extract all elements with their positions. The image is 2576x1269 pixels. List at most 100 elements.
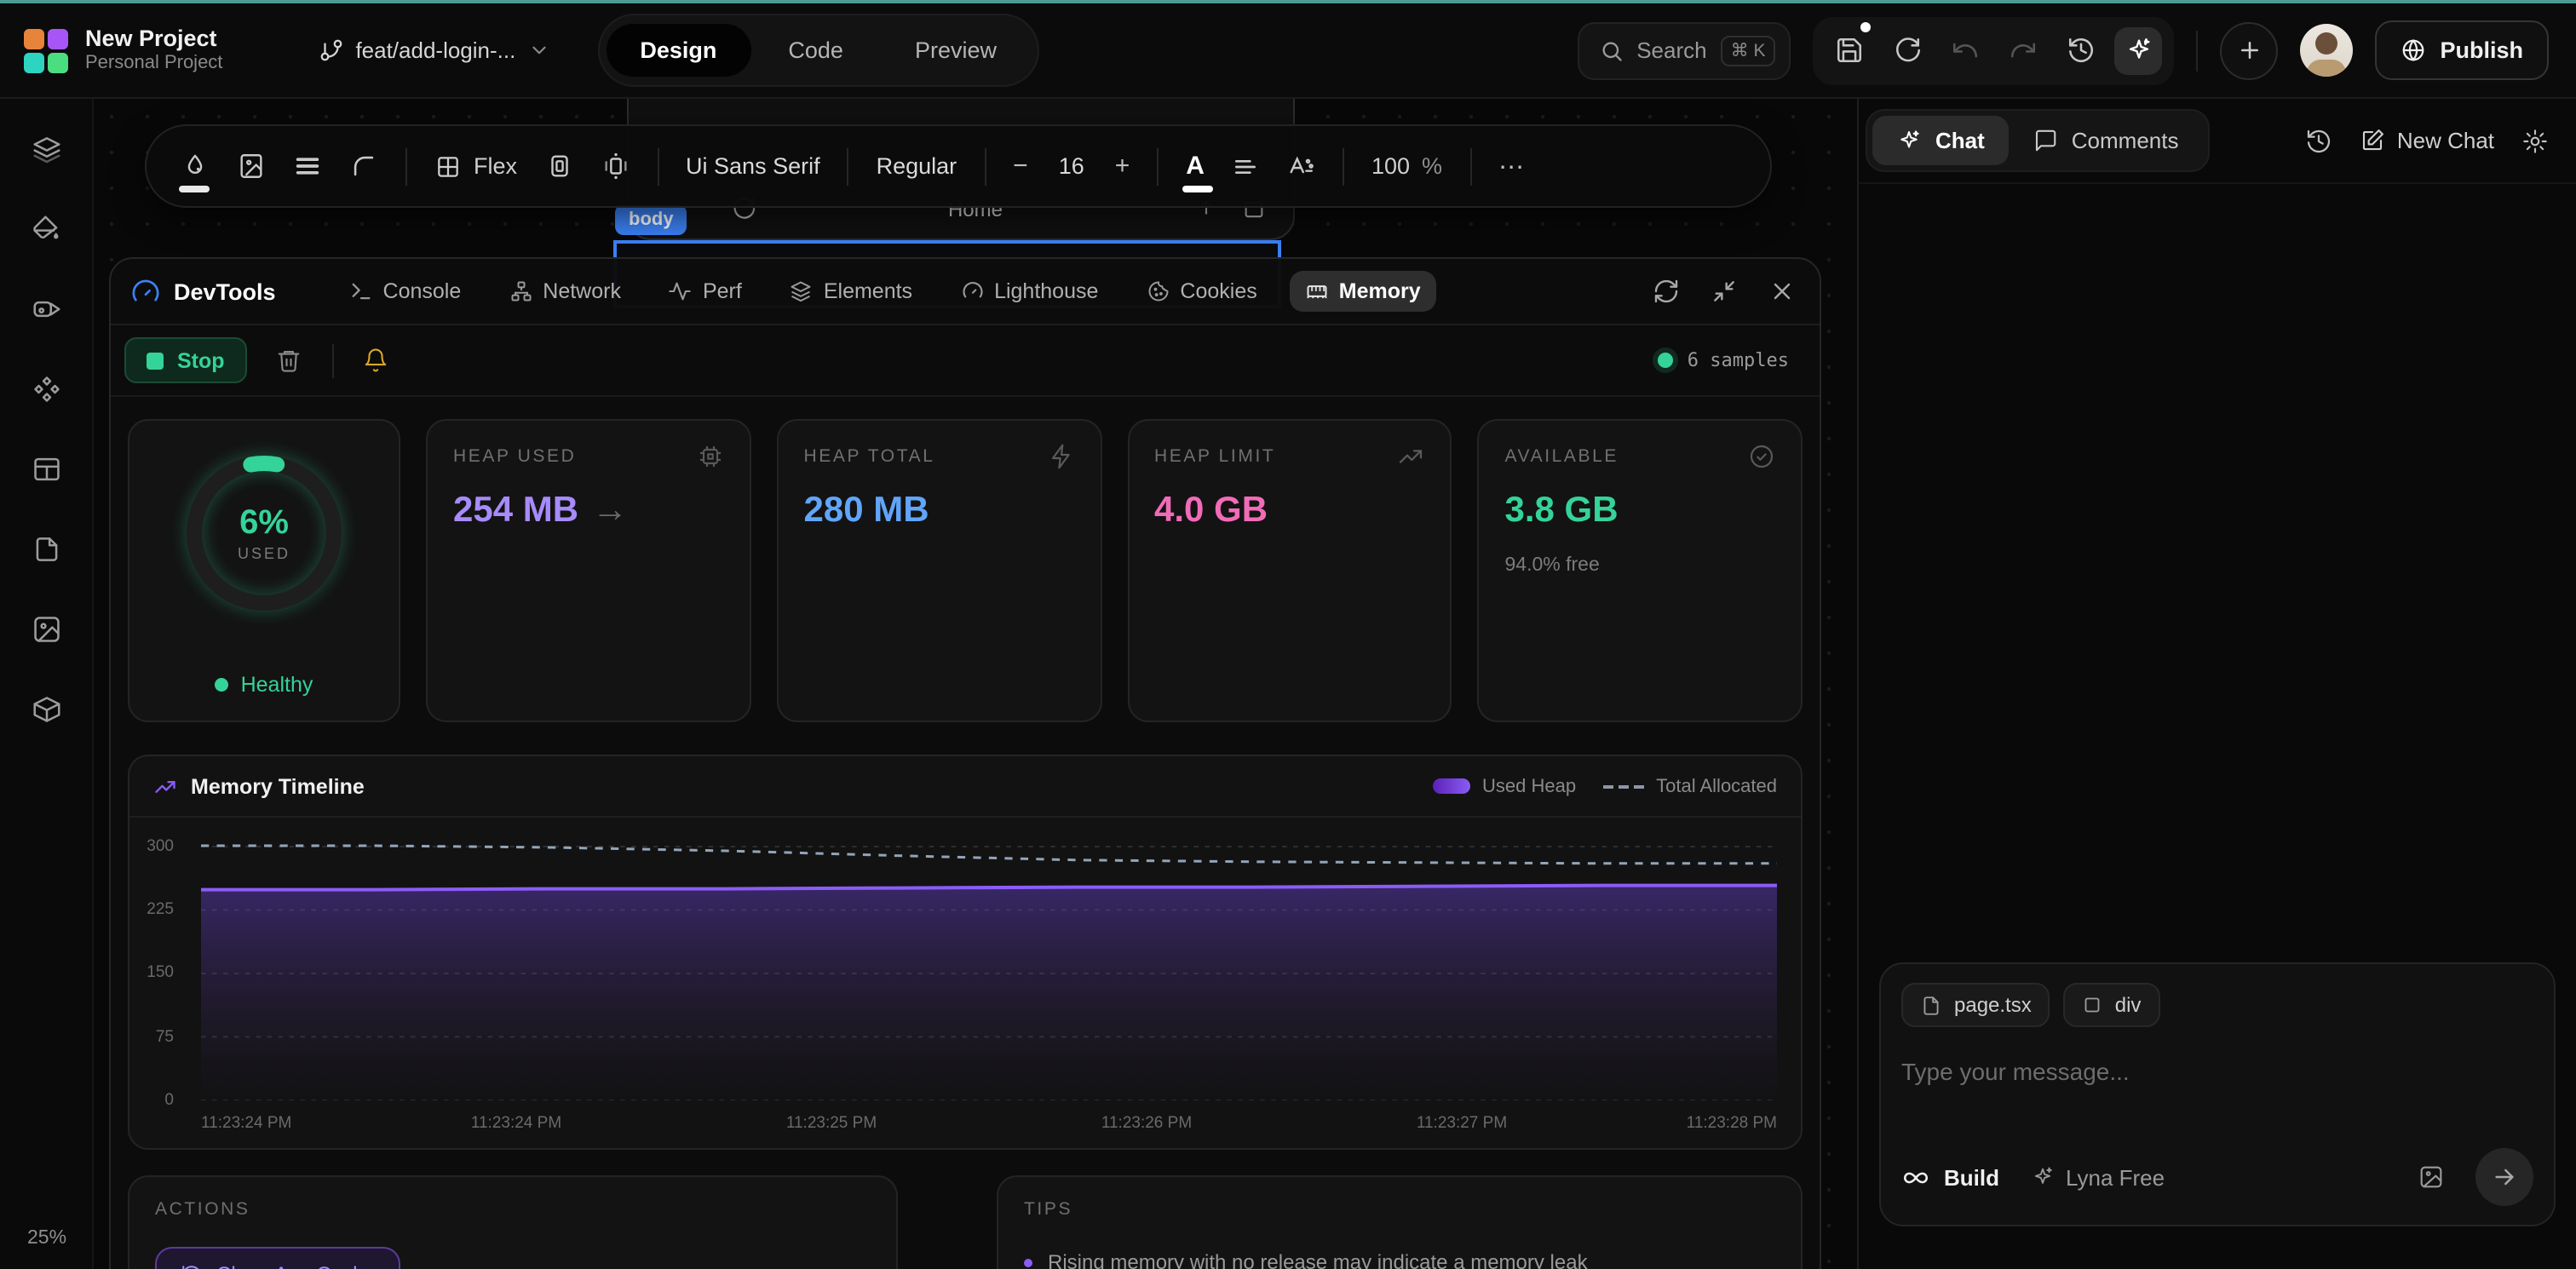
context-chip-file[interactable]: page.tsx xyxy=(1901,983,2050,1027)
chat-history-button[interactable] xyxy=(2305,127,2332,154)
redo-button[interactable] xyxy=(1998,26,2046,74)
app-logo[interactable] xyxy=(24,28,68,72)
toolbar-divider xyxy=(1469,147,1471,185)
arrow-right-icon xyxy=(2491,1163,2518,1191)
clear-samples-button[interactable] xyxy=(269,340,310,381)
components-panel-button[interactable] xyxy=(17,359,75,417)
selected-element-badge[interactable]: body xyxy=(615,204,687,235)
sample-count-label: 6 samples xyxy=(1688,349,1789,371)
mode-selector[interactable]: Build xyxy=(1901,1163,1999,1191)
devtools-collapse-button[interactable] xyxy=(1711,278,1738,305)
timeline-title: Memory Timeline xyxy=(191,774,365,798)
heap-total-card: HEAP TOTAL 280 MB xyxy=(777,419,1102,722)
health-label: Healthy xyxy=(241,673,313,697)
branch-selector[interactable]: feat/add-login-... xyxy=(318,37,549,63)
chat-settings-button[interactable] xyxy=(2521,127,2549,154)
devtools-tab-console[interactable]: Console xyxy=(334,271,477,312)
fill-panel-button[interactable] xyxy=(17,199,75,257)
project-info[interactable]: New Project Personal Project xyxy=(85,26,222,74)
stop-icon xyxy=(147,352,164,369)
reload-button[interactable] xyxy=(1883,26,1930,74)
user-avatar[interactable] xyxy=(2300,24,2353,77)
window-accent-strip xyxy=(0,0,2576,3)
more-options-button[interactable]: ⋯ xyxy=(1498,151,1526,181)
publish-button[interactable]: Publish xyxy=(2375,20,2549,80)
corner-radius-button[interactable] xyxy=(349,152,378,181)
text-color-button[interactable]: A xyxy=(1186,152,1205,181)
brand-panel-button[interactable] xyxy=(17,279,75,337)
chat-message-area[interactable] xyxy=(1859,184,2576,962)
clean-app-cache-button[interactable]: Clean App Cache xyxy=(155,1247,401,1269)
devtools-tab-lighthouse[interactable]: Lighthouse xyxy=(945,271,1113,312)
assets-panel-button[interactable] xyxy=(17,680,75,738)
chat-panel: Chat Comments New Chat xyxy=(1857,99,2576,1269)
border-style-button[interactable] xyxy=(293,152,322,181)
layers-panel-button[interactable] xyxy=(17,119,75,177)
add-button[interactable] xyxy=(2220,21,2278,79)
devtools-refresh-button[interactable] xyxy=(1653,278,1680,305)
usage-gauge-card: 6% USED Healthy xyxy=(128,419,400,722)
left-sidebar xyxy=(0,99,94,1269)
pages-panel-button[interactable] xyxy=(17,520,75,577)
canvas-zoom-level[interactable]: 25% xyxy=(27,1228,66,1249)
font-size-value[interactable]: 16 xyxy=(1059,153,1084,179)
tab-chat[interactable]: Chat xyxy=(1872,116,2009,165)
devtools-tabs: Console Network Perf Elements Lighthouse… xyxy=(334,271,1436,312)
devtools-header-actions xyxy=(1653,278,1796,305)
memory-alerts-button[interactable] xyxy=(356,340,397,381)
stat-value: 4.0 GB xyxy=(1154,491,1268,531)
stop-sampling-button[interactable]: Stop xyxy=(124,337,247,383)
tab-design[interactable]: Design xyxy=(606,24,750,77)
actions-title: ACTIONS xyxy=(155,1199,871,1220)
trend-arrow-icon: → xyxy=(592,491,628,531)
tab-code[interactable]: Code xyxy=(754,24,877,77)
attach-image-button[interactable] xyxy=(2418,1163,2445,1191)
padding-button[interactable] xyxy=(544,152,573,181)
file-icon xyxy=(1920,994,1942,1016)
devtools-tab-elements[interactable]: Elements xyxy=(774,271,928,312)
font-size-stepper: − 16 + xyxy=(1013,152,1130,181)
image-fill-button[interactable] xyxy=(237,152,266,181)
toolbar-divider xyxy=(405,147,407,185)
text-align-button[interactable] xyxy=(1232,152,1259,180)
font-weight-selector[interactable]: Regular xyxy=(877,153,957,179)
model-selector[interactable]: Lyna Free xyxy=(2030,1164,2165,1190)
opacity-control[interactable]: 100 % xyxy=(1371,153,1442,179)
devtools-close-button[interactable] xyxy=(1768,278,1796,305)
images-panel-button[interactable] xyxy=(17,600,75,657)
devtools-tab-perf[interactable]: Perf xyxy=(653,271,757,312)
available-card: AVAILABLE 3.8 GB 94.0% free xyxy=(1478,419,1803,722)
devtools-tab-memory[interactable]: Memory xyxy=(1290,271,1436,312)
sparkles-icon xyxy=(2124,36,2153,65)
fill-color-button[interactable] xyxy=(181,152,210,181)
search-button[interactable]: Search ⌘ K xyxy=(1577,21,1791,79)
tab-preview[interactable]: Preview xyxy=(881,24,1031,77)
undo-button[interactable] xyxy=(1941,26,1988,74)
chat-input[interactable]: Type your message... xyxy=(1901,1058,2533,1148)
timeline-chart-svg xyxy=(201,838,1777,1100)
layout-panel-button[interactable] xyxy=(17,439,75,497)
tips-card: TIPS Rising memory with no release may i… xyxy=(997,1175,1803,1269)
version-history-button[interactable] xyxy=(2056,26,2104,74)
devtools-tab-cookies[interactable]: Cookies xyxy=(1130,271,1272,312)
save-button[interactable] xyxy=(1825,26,1872,74)
ai-assistant-button[interactable] xyxy=(2114,26,2162,74)
letter-spacing-button[interactable] xyxy=(1286,152,1315,181)
context-chip-element[interactable]: div xyxy=(2064,983,2160,1027)
devtools-tab-network[interactable]: Network xyxy=(493,271,636,312)
send-message-button[interactable] xyxy=(2475,1148,2533,1206)
font-family-selector[interactable]: Ui Sans Serif xyxy=(686,153,820,179)
design-canvas[interactable]: Home body Flex Ui Sans Serif Regular xyxy=(94,99,1857,1269)
memory-timeline-card: Memory Timeline Used Heap Total Allocate… xyxy=(128,755,1803,1150)
font-size-increase-button[interactable]: + xyxy=(1115,152,1130,181)
font-size-decrease-button[interactable]: − xyxy=(1013,152,1028,181)
tab-comments[interactable]: Comments xyxy=(2009,116,2203,165)
margin-button[interactable] xyxy=(601,152,630,181)
cookie-icon xyxy=(1146,279,1170,303)
undo-icon xyxy=(1950,36,1979,65)
memory-chart[interactable]: 300225150750 xyxy=(129,818,1801,1148)
new-chat-button[interactable]: New Chat xyxy=(2360,128,2494,153)
plus-icon xyxy=(2236,37,2262,63)
layout-mode-button[interactable]: Flex xyxy=(434,152,517,180)
x-axis-labels: 11:23:24 PM11:23:24 PM11:23:25 PM11:23:2… xyxy=(201,1114,1777,1138)
